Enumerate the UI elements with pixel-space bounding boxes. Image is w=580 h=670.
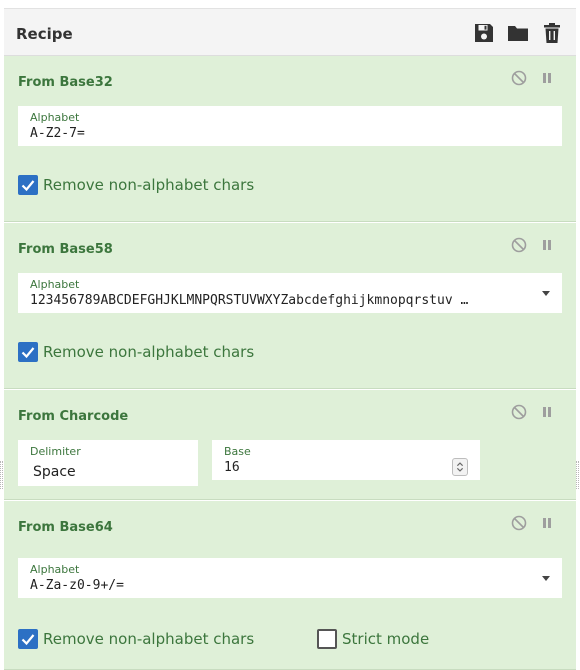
- checkbox-checked-icon[interactable]: [18, 175, 38, 195]
- strict-mode-label: Strict mode: [342, 630, 430, 648]
- pause-icon[interactable]: [538, 69, 556, 87]
- remove-non-alphabet-label: Remove non-alphabet chars: [43, 343, 255, 361]
- chevron-down-icon[interactable]: [542, 291, 550, 296]
- delimiter-value: Space: [33, 464, 76, 480]
- alphabet-label: Alphabet: [30, 563, 80, 576]
- checkbox-unchecked-icon[interactable]: [317, 629, 337, 649]
- operation-title: From Base64: [18, 520, 113, 535]
- pause-icon[interactable]: [538, 514, 556, 532]
- alphabet-value: 123456789ABCDEFGHJKLMNPQRSTUVWXYZabcdefg…: [30, 293, 469, 308]
- save-icon[interactable]: [473, 22, 495, 44]
- trash-icon[interactable]: [541, 22, 563, 44]
- remove-non-alphabet-label: Remove non-alphabet chars: [43, 176, 255, 194]
- operation-from-base32: From Base32 Alphabet A-Z2-7= Remove non-…: [4, 56, 576, 222]
- disable-icon[interactable]: [510, 236, 528, 254]
- chevron-down-icon[interactable]: [542, 576, 550, 581]
- right-resize-handle[interactable]: [576, 461, 579, 489]
- alphabet-label: Alphabet: [30, 111, 80, 124]
- remove-non-alphabet-label: Remove non-alphabet chars: [43, 630, 255, 648]
- alphabet-value: A-Za-z0-9+/=: [30, 578, 124, 593]
- base-value: 16: [224, 460, 240, 475]
- alphabet-select[interactable]: Alphabet 123456789ABCDEFGHJKLMNPQRSTUVWX…: [18, 273, 562, 313]
- operation-title: From Base58: [18, 242, 113, 257]
- recipe-title: Recipe: [16, 25, 73, 43]
- remove-non-alphabet-checkbox-row[interactable]: Remove non-alphabet chars: [18, 175, 278, 197]
- operation-title: From Charcode: [18, 409, 129, 424]
- left-resize-handle[interactable]: [0, 461, 3, 489]
- pause-icon[interactable]: [538, 236, 556, 254]
- remove-non-alphabet-checkbox-row[interactable]: Remove non-alphabet chars: [18, 629, 278, 651]
- operation-from-base58: From Base58 Alphabet 123456789ABCDEFGHJK…: [4, 223, 576, 389]
- base-input[interactable]: Base 16: [212, 440, 480, 480]
- checkbox-checked-icon[interactable]: [18, 629, 38, 649]
- operation-title: From Base32: [18, 75, 113, 90]
- disable-icon[interactable]: [510, 69, 528, 87]
- recipe-panel: Recipe From Base32 Alphabet A-Z2-7= Remo…: [4, 8, 576, 670]
- alphabet-value: A-Z2-7=: [30, 126, 85, 141]
- disable-icon[interactable]: [510, 403, 528, 421]
- alphabet-field[interactable]: Alphabet A-Z2-7=: [18, 106, 562, 146]
- operation-from-base64: From Base64 Alphabet A-Za-z0-9+/= Remove…: [4, 501, 576, 670]
- alphabet-label: Alphabet: [30, 278, 80, 291]
- operation-from-charcode: From Charcode Delimiter Space Base 16: [4, 390, 576, 500]
- recipe-header: Recipe: [4, 8, 576, 56]
- delimiter-select[interactable]: Delimiter Space: [18, 440, 198, 486]
- checkbox-checked-icon[interactable]: [18, 342, 38, 362]
- remove-non-alphabet-checkbox-row[interactable]: Remove non-alphabet chars: [18, 342, 278, 364]
- disable-icon[interactable]: [510, 514, 528, 532]
- number-stepper-icon[interactable]: [452, 458, 468, 476]
- strict-mode-checkbox-row[interactable]: Strict mode: [317, 629, 457, 651]
- pause-icon[interactable]: [538, 403, 556, 421]
- base-label: Base: [224, 445, 251, 458]
- folder-icon[interactable]: [507, 22, 529, 44]
- alphabet-select[interactable]: Alphabet A-Za-z0-9+/=: [18, 558, 562, 598]
- delimiter-label: Delimiter: [30, 445, 81, 458]
